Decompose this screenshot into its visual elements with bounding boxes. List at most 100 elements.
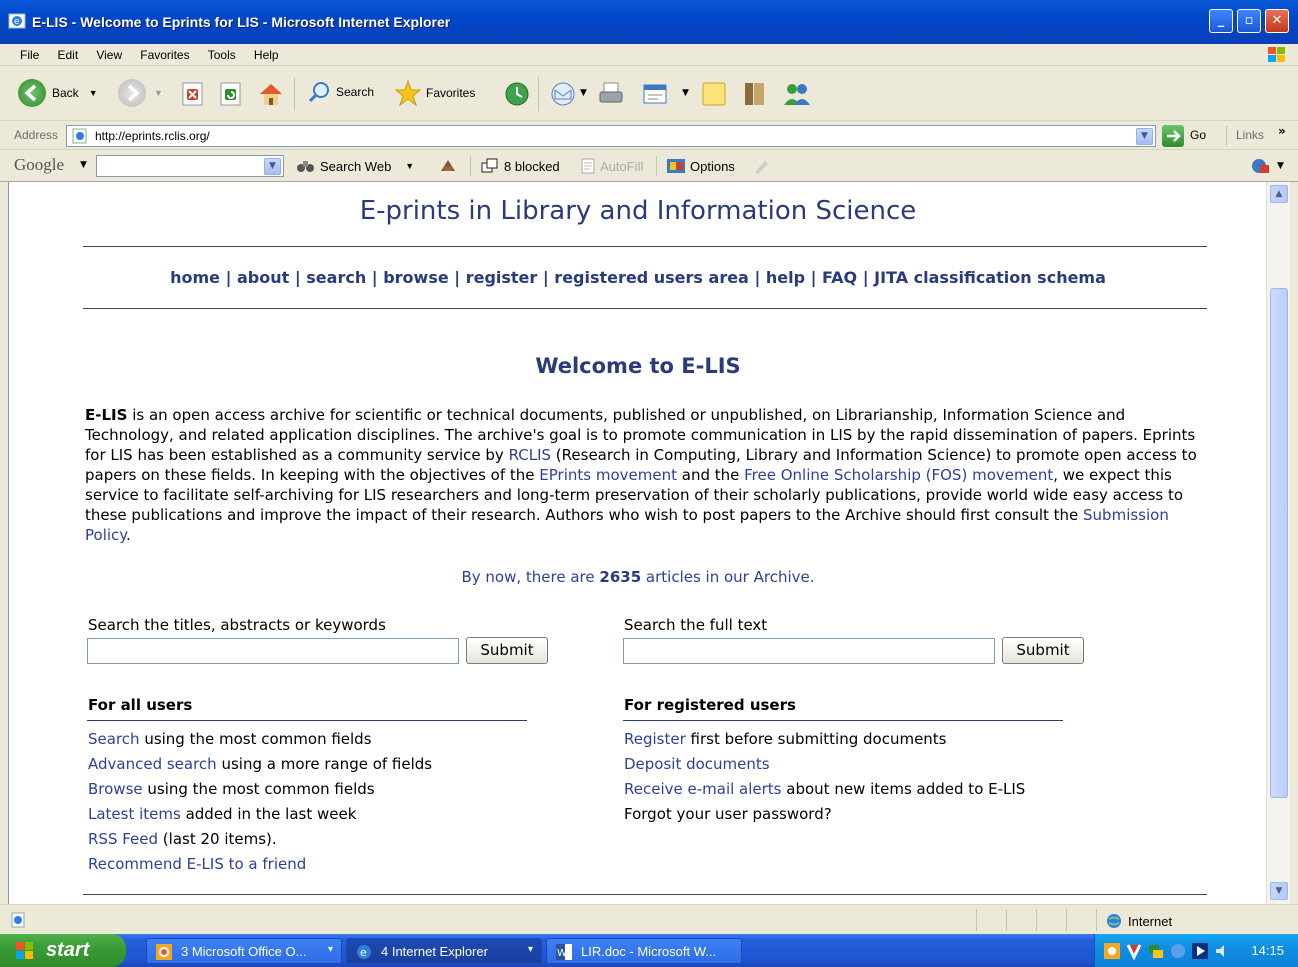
forward-button[interactable]: ▼	[118, 79, 163, 107]
nav-register[interactable]: register	[466, 268, 538, 287]
back-button[interactable]: Back ▼	[18, 79, 98, 107]
home-icon[interactable]	[256, 79, 286, 109]
options-button[interactable]: Options	[666, 158, 735, 174]
latest-items-link[interactable]: Latest items	[88, 805, 181, 823]
nav-separator: |	[810, 268, 817, 287]
edit-icon[interactable]	[640, 79, 670, 109]
search-web-button[interactable]: Search Web ▼	[296, 158, 414, 174]
nav-faq[interactable]: FAQ	[822, 268, 857, 287]
menu-file[interactable]: File	[20, 44, 39, 62]
rclis-link[interactable]: RCLIS	[509, 446, 551, 464]
eprints-movement-link[interactable]: EPrints movement	[539, 466, 677, 484]
search-web-dropdown-icon[interactable]: ▼	[405, 161, 414, 171]
count-number: 2635	[599, 568, 642, 586]
count-text: articles in our Archive.	[641, 568, 815, 586]
volume-tray-icon[interactable]	[1213, 942, 1231, 960]
search-button[interactable]: Search	[306, 79, 374, 105]
advanced-search-link[interactable]: Advanced search	[88, 755, 217, 773]
menu-favorites[interactable]: Favorites	[140, 44, 189, 62]
google-brand[interactable]: Google	[14, 155, 64, 175]
media-tray-icon[interactable]	[1191, 942, 1209, 960]
welcome-heading: Welcome to E-LIS	[535, 354, 741, 378]
scroll-up-arrow-icon[interactable]: ▲	[1270, 185, 1288, 203]
email-alerts-link[interactable]: Receive e-mail alerts	[624, 780, 782, 798]
task-chevron-icon: ▾	[327, 944, 333, 955]
outlook-tray-icon[interactable]	[1103, 942, 1121, 960]
research-icon[interactable]	[740, 79, 770, 109]
close-button[interactable]: ✕	[1265, 9, 1289, 33]
mail-dropdown-icon[interactable]: ▼	[580, 88, 587, 98]
address-input[interactable]: http://eprints.rclis.org/ ▼	[66, 125, 1156, 147]
autofill-label: AutoFill	[600, 158, 644, 174]
task-word-document[interactable]: W LIR.doc - Microsoft W...	[546, 938, 742, 964]
browse-link[interactable]: Browse	[88, 780, 143, 798]
search-titles-input[interactable]	[87, 638, 459, 664]
search-fulltext-submit-button[interactable]: Submit	[1002, 637, 1084, 664]
start-button[interactable]: start	[0, 934, 126, 967]
google-menu-dropdown-icon[interactable]: ▼	[80, 160, 87, 170]
links-chevron-icon[interactable]: »	[1278, 124, 1286, 138]
antivirus-tray-icon[interactable]	[1125, 942, 1143, 960]
fos-movement-link[interactable]: Free Online Scholarship (FOS) movement	[744, 466, 1053, 484]
maximize-button[interactable]: ▫	[1237, 9, 1261, 33]
refresh-icon[interactable]	[218, 81, 244, 107]
nav-about[interactable]: about	[237, 268, 289, 287]
vertical-scrollbar[interactable]: ▲ ▼	[1266, 182, 1290, 904]
recommend-link[interactable]: Recommend E-LIS to a friend	[88, 855, 306, 873]
rss-feed-link[interactable]: RSS Feed	[88, 830, 158, 848]
window-title-bar[interactable]: e E-LIS - Welcome to Eprints for LIS - M…	[0, 0, 1298, 44]
nav-help[interactable]: help	[766, 268, 805, 287]
popup-blocker-button[interactable]: 8 blocked	[480, 158, 560, 174]
menu-view[interactable]: View	[96, 44, 122, 62]
nav-jita-classification[interactable]: JITA classification schema	[874, 268, 1106, 287]
back-dropdown-icon[interactable]: ▼	[89, 88, 98, 98]
go-arrow-icon[interactable]	[1162, 125, 1184, 147]
stop-icon[interactable]	[180, 81, 206, 107]
list-item[interactable]: Forgot your user password?	[624, 802, 1025, 827]
search-fulltext-input[interactable]	[623, 638, 995, 664]
minimize-button[interactable]: _	[1209, 9, 1233, 33]
all-users-rule	[87, 720, 527, 721]
list-item-text: (last 20 items).	[158, 830, 277, 848]
search-link[interactable]: Search	[88, 730, 140, 748]
menu-help[interactable]: Help	[254, 44, 279, 62]
highlight-pen-icon[interactable]	[752, 158, 770, 174]
search-titles-submit-button[interactable]: Submit	[466, 637, 548, 664]
print-icon[interactable]	[596, 79, 626, 109]
edit-dropdown-icon[interactable]: ▼	[682, 88, 689, 98]
scroll-thumb[interactable]	[1270, 288, 1288, 798]
scroll-down-arrow-icon[interactable]: ▼	[1270, 882, 1288, 900]
links-button[interactable]: Links	[1236, 128, 1264, 142]
nav-home[interactable]: home	[170, 268, 220, 287]
nav-registered-users-area[interactable]: registered users area	[554, 268, 749, 287]
forgot-password-text[interactable]: Forgot your user password?	[624, 805, 832, 823]
favorites-button[interactable]: Favorites	[394, 79, 475, 107]
deposit-documents-link[interactable]: Deposit documents	[624, 755, 770, 773]
task-office-outlook[interactable]: 3 Microsoft Office O... ▾	[146, 938, 342, 964]
register-link[interactable]: Register	[624, 730, 686, 748]
list-item-text: using a more range of fields	[216, 755, 433, 773]
forward-dropdown-icon[interactable]: ▼	[154, 88, 163, 98]
autofill-button[interactable]: AutoFill	[580, 158, 643, 174]
address-dropdown-icon[interactable]: ▼	[1136, 128, 1153, 145]
history-icon[interactable]	[502, 79, 532, 109]
menu-edit[interactable]: Edit	[57, 44, 78, 62]
nav-separator: |	[371, 268, 378, 287]
google-search-input[interactable]: ▼	[96, 155, 284, 177]
sync-tray-icon[interactable]	[1169, 942, 1187, 960]
messenger-icon[interactable]	[780, 79, 814, 109]
translate-icon[interactable]	[1250, 157, 1272, 175]
network-tray-icon[interactable]	[1147, 942, 1165, 960]
menu-tools[interactable]: Tools	[208, 44, 236, 62]
mail-icon[interactable]	[548, 79, 578, 109]
go-button[interactable]: Go	[1190, 128, 1206, 142]
search-web-label: Search Web	[320, 158, 392, 174]
task-internet-explorer[interactable]: e 4 Internet Explorer ▾	[346, 938, 542, 964]
nav-search[interactable]: search	[306, 268, 366, 287]
taskbar: start 3 Microsoft Office O... ▾ e 4 Inte…	[0, 934, 1298, 967]
discuss-icon[interactable]	[700, 79, 728, 109]
google-search-dropdown-icon[interactable]: ▼	[264, 158, 281, 175]
nav-browse[interactable]: browse	[383, 268, 449, 287]
translate-dropdown-icon[interactable]: ▼	[1277, 161, 1284, 171]
pagerank-icon[interactable]	[438, 157, 458, 175]
